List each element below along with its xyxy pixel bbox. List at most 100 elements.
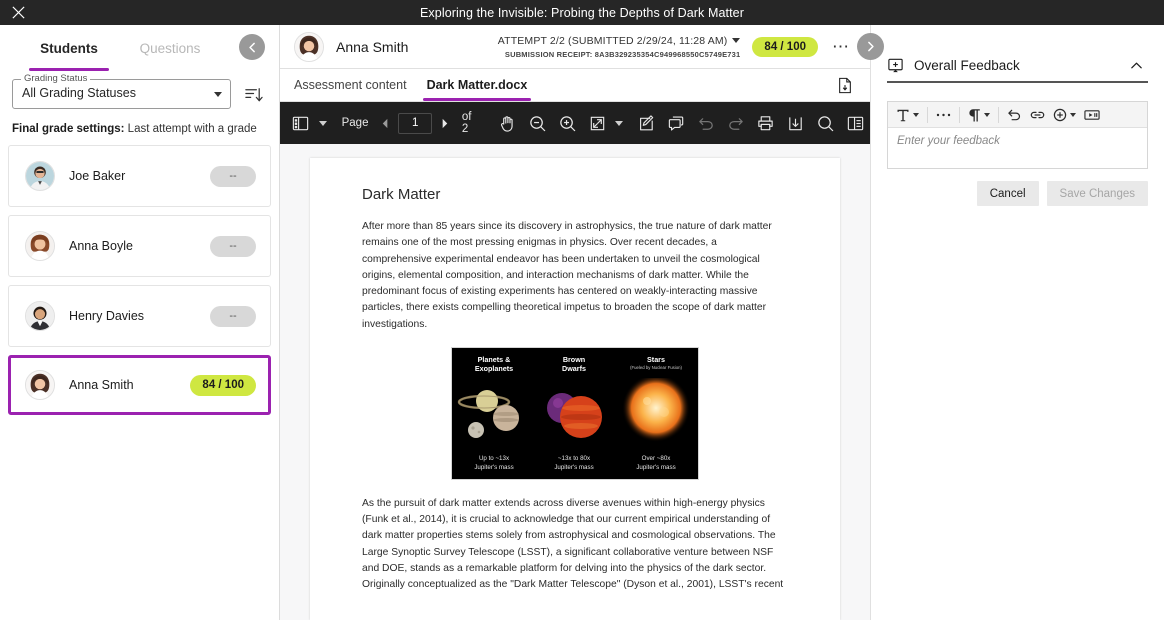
page-label: Page — [336, 117, 375, 129]
add-panel-icon — [887, 57, 904, 74]
grading-status-select[interactable]: Grading Status All Grading Statuses — [12, 79, 231, 109]
text-format-icon[interactable] — [892, 104, 923, 126]
avatar — [25, 370, 55, 400]
final-grade-value: Last attempt with a grade — [128, 123, 257, 135]
ellipsis-icon[interactable] — [932, 104, 955, 126]
zoom-out-icon[interactable] — [523, 109, 553, 137]
page-title: Exploring the Invisible: Probing the Dep… — [0, 6, 1164, 20]
sort-descending-icon — [244, 85, 263, 104]
grading-status-filter-row: Grading Status All Grading Statuses — [0, 69, 279, 115]
add-circle-icon[interactable] — [1049, 104, 1080, 126]
document-viewport[interactable]: Dark Matter After more than 85 years sin… — [280, 144, 870, 620]
ellipsis-icon[interactable]: ⋯ — [824, 30, 858, 64]
final-grade-label: Final grade settings: — [12, 123, 124, 135]
tab-questions[interactable]: Questions — [116, 29, 224, 66]
student-grade-pill: 84 / 100 — [190, 375, 256, 396]
chevron-down-icon — [1070, 113, 1076, 117]
document-heading: Dark Matter — [362, 186, 788, 203]
expand-panel-button[interactable] — [857, 33, 884, 60]
fit-page-icon[interactable] — [582, 109, 612, 137]
chevron-right-icon — [439, 118, 450, 129]
fit-dropdown-caret[interactable] — [612, 109, 626, 137]
download-icon[interactable] — [781, 109, 811, 137]
chevron-up-icon — [1129, 58, 1144, 73]
annotate-pencil-icon[interactable] — [632, 109, 662, 137]
document-figure: Planets &Exoplanets — [362, 347, 788, 480]
figure-column-title: Stars — [614, 355, 698, 364]
attempt-label: ATTEMPT 2/2 (SUBMITTED 2/29/24, 11:28 AM… — [498, 35, 728, 47]
grading-app: Exploring the Invisible: Probing the Dep… — [0, 0, 1164, 620]
collapse-feedback-button[interactable] — [1125, 54, 1148, 77]
list-item[interactable]: Henry Davies -- — [8, 285, 271, 347]
divider — [998, 107, 999, 123]
tab-assessment-content[interactable]: Assessment content — [284, 70, 417, 101]
thumbnail-panel-icon[interactable] — [286, 109, 316, 137]
document-paragraph-1: After more than 85 years since its disco… — [362, 219, 788, 333]
student-grade-pill: -- — [210, 236, 256, 257]
student-name: Anna Smith — [69, 378, 190, 392]
link-icon[interactable] — [1026, 104, 1049, 126]
list-item[interactable]: Anna Boyle -- — [8, 215, 271, 277]
chevron-left-icon — [380, 118, 391, 129]
list-item[interactable]: Joe Baker -- — [8, 145, 271, 207]
tab-dark-matter-docx[interactable]: Dark Matter.docx — [417, 70, 538, 101]
undo-icon[interactable] — [691, 109, 721, 137]
feedback-editor-toolbar — [888, 102, 1147, 128]
avatar — [25, 231, 55, 261]
chevron-down-icon — [984, 113, 990, 117]
student-grade-pill: -- — [210, 166, 256, 187]
student-grade-pill: -- — [210, 306, 256, 327]
print-icon[interactable] — [751, 109, 781, 137]
feedback-placeholder: Enter your feedback — [897, 135, 1138, 147]
comment-icon[interactable] — [662, 109, 692, 137]
final-grade-settings: Final grade settings: Last attempt with … — [0, 115, 279, 145]
planets-artwork — [454, 384, 534, 446]
list-item[interactable]: Anna Smith 84 / 100 — [8, 355, 271, 415]
figure-column-stars: Stars (Fueled by Nuclear Fusion) — [614, 348, 698, 479]
page-number-input[interactable]: 1 — [398, 113, 432, 134]
student-list: Joe Baker -- Anna Boyle -- Henry Davies … — [0, 145, 279, 423]
divider — [927, 107, 928, 123]
star-artwork — [614, 378, 698, 448]
undo-icon[interactable] — [1003, 104, 1026, 126]
thumbnails-dropdown-caret[interactable] — [316, 109, 330, 137]
feedback-pane: Overall Feedback — [870, 25, 1164, 620]
avatar — [25, 161, 55, 191]
chevron-down-icon — [214, 92, 222, 97]
media-icon[interactable] — [1080, 104, 1104, 126]
feedback-input[interactable]: Enter your feedback — [888, 128, 1147, 168]
paragraph-icon[interactable] — [964, 104, 994, 126]
side-panel-icon[interactable] — [840, 109, 870, 137]
top-bar: Exploring the Invisible: Probing the Dep… — [0, 0, 1164, 25]
tab-students[interactable]: Students — [22, 29, 116, 66]
student-name: Anna Boyle — [69, 239, 210, 253]
overall-feedback-title: Overall Feedback — [914, 58, 1115, 73]
zoom-in-icon[interactable] — [552, 109, 582, 137]
page-total-label: of 2 — [456, 111, 487, 135]
document-page: Dark Matter After more than 85 years sin… — [310, 158, 840, 620]
redo-icon[interactable] — [721, 109, 751, 137]
students-pane: Students Questions Grading Status All Gr… — [0, 25, 280, 620]
collapse-panel-button[interactable] — [239, 34, 265, 60]
figure-column-title: BrownDwarfs — [536, 355, 612, 373]
save-changes-button[interactable]: Save Changes — [1047, 181, 1148, 206]
avatar — [25, 301, 55, 331]
document-download-icon[interactable] — [832, 72, 858, 98]
cancel-button[interactable]: Cancel — [977, 181, 1039, 206]
student-name: Henry Davies — [69, 309, 210, 323]
previous-page-button[interactable] — [374, 109, 396, 137]
hand-pan-icon[interactable] — [493, 109, 523, 137]
submission-header: Anna Smith ATTEMPT 2/2 (SUBMITTED 2/29/2… — [280, 25, 870, 69]
search-icon[interactable] — [810, 109, 840, 137]
chevron-down-icon — [732, 38, 740, 43]
grading-status-legend: Grading Status — [21, 73, 90, 84]
attempt-info: ATTEMPT 2/2 (SUBMITTED 2/29/24, 11:28 AM… — [498, 35, 753, 59]
next-page-button[interactable] — [434, 109, 456, 137]
attempt-selector[interactable]: ATTEMPT 2/2 (SUBMITTED 2/29/24, 11:28 AM… — [498, 35, 741, 47]
submission-grade-chip[interactable]: 84 / 100 — [752, 37, 818, 57]
main-body: Students Questions Grading Status All Gr… — [0, 25, 1164, 620]
figure-column-caption: Over ~80xJupiter's mass — [614, 455, 698, 472]
brown-dwarfs-artwork — [536, 384, 612, 446]
sort-button[interactable] — [239, 79, 267, 109]
close-icon[interactable] — [5, 0, 31, 25]
